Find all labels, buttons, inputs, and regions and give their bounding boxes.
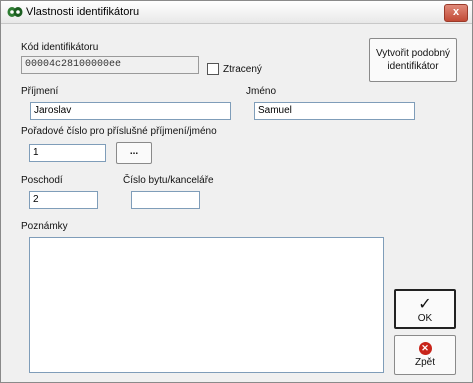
code-label: Kód identifikátoru: [21, 42, 99, 53]
surname-label: Příjmení: [21, 86, 59, 97]
ok-button[interactable]: ✓ OK: [394, 289, 456, 329]
room-field[interactable]: [131, 191, 200, 209]
red-x-circle-icon: ✕: [418, 342, 432, 355]
name-field[interactable]: Samuel: [254, 102, 415, 120]
close-button[interactable]: x: [444, 4, 468, 22]
create-similar-button[interactable]: Vytvořit podobný identifikátor: [369, 38, 457, 82]
room-label: Číslo bytu/kanceláře: [123, 175, 214, 186]
floor-label: Poschodí: [21, 175, 63, 186]
close-icon: x: [452, 6, 460, 18]
back-button[interactable]: ✕ Zpět: [394, 335, 456, 375]
browse-button[interactable]: ...: [116, 142, 152, 164]
lost-checkbox[interactable]: [207, 63, 219, 75]
title-bar[interactable]: Vlastnosti identifikátoru x: [1, 1, 472, 24]
dialog-body: Kód identifikátoru 00004c28100000ee Ztra…: [1, 24, 472, 382]
notes-label: Poznámky: [21, 221, 68, 232]
checkmark-icon: ✓: [418, 296, 432, 313]
surname-field[interactable]: Jaroslav: [30, 102, 231, 120]
notes-textarea[interactable]: [29, 237, 384, 373]
identifier-tag-icon: [7, 7, 23, 17]
lost-label: Ztracený: [223, 64, 262, 75]
back-label: Zpět: [414, 357, 435, 368]
ellipsis-icon: ...: [129, 146, 139, 157]
floor-field[interactable]: 2: [29, 191, 98, 209]
name-label: Jméno: [246, 86, 277, 97]
ok-label: OK: [417, 313, 433, 324]
properties-dialog: Vlastnosti identifikátoru x Kód identifi…: [0, 0, 473, 383]
code-field: 00004c28100000ee: [21, 56, 199, 74]
order-field[interactable]: 1: [29, 144, 106, 162]
window-title: Vlastnosti identifikátoru: [26, 6, 140, 18]
create-similar-label: Vytvořit podobný identifikátor: [375, 48, 451, 72]
order-label: Pořadové číslo pro příslušné příjmení/jm…: [21, 126, 217, 137]
